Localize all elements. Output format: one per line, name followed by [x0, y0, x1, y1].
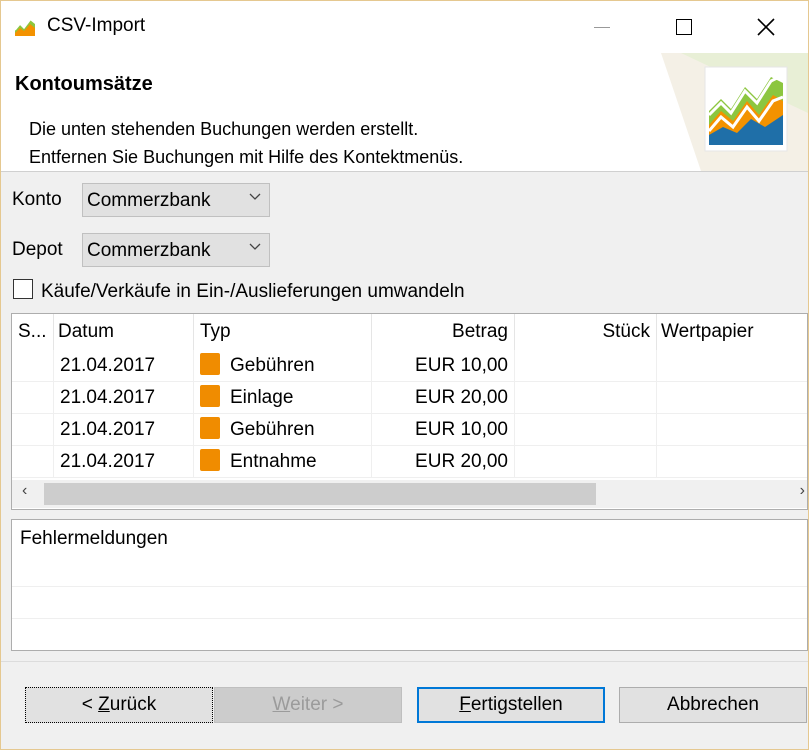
cell-typ-label: Gebühren [230, 419, 315, 440]
chevron-down-icon [249, 240, 261, 257]
close-button[interactable] [740, 1, 792, 53]
title-bar: CSV-Import [1, 1, 808, 53]
finish-button[interactable]: Fertigstellen [417, 687, 605, 723]
konto-select-value: Commerzbank [87, 190, 211, 211]
column-header-datum[interactable]: Datum [54, 314, 194, 350]
convert-checkbox[interactable] [13, 279, 33, 299]
cell-betrag: EUR 20,00 [372, 446, 515, 478]
error-messages-title: Fehlermeldungen [20, 528, 168, 549]
column-header-status[interactable]: S... [12, 314, 54, 350]
scroll-left-icon[interactable]: ‹ [22, 482, 27, 500]
table-row[interactable]: 21.04.2017 Einlage EUR 20,00 [12, 382, 807, 414]
page-description-line-2: Entfernen Sie Buchungen mit Hilfe des Ko… [29, 147, 464, 167]
column-header-betrag[interactable]: Betrag [372, 314, 515, 350]
depot-label: Depot [12, 239, 63, 260]
cell-datum: 21.04.2017 [54, 414, 194, 446]
divider [12, 618, 807, 619]
transaction-type-icon [200, 448, 220, 471]
transaction-type-icon [200, 352, 220, 375]
next-button[interactable]: Weiter > [214, 687, 402, 723]
page-title: Kontoumsätze [15, 73, 153, 95]
cell-typ: Einlage [194, 382, 372, 414]
cell-stueck [515, 446, 657, 478]
banner-logo [661, 53, 808, 171]
cell-typ: Gebühren [194, 350, 372, 382]
back-button[interactable]: < Zurück [25, 687, 213, 723]
error-messages-panel: Fehlermeldungen [11, 519, 808, 651]
horizontal-scrollbar[interactable]: ‹ › [12, 480, 807, 508]
finish-button-mnemonic: F [459, 694, 471, 715]
chevron-down-icon [249, 190, 261, 207]
depot-select[interactable]: Commerzbank [82, 233, 270, 267]
cell-status [12, 446, 54, 478]
next-button-label: eiter > [290, 694, 344, 715]
next-button-mnemonic: W [272, 694, 291, 715]
transaction-type-icon [200, 416, 220, 439]
close-icon [757, 18, 775, 36]
cell-betrag: EUR 20,00 [372, 382, 515, 414]
finish-button-label: ertigstellen [470, 694, 563, 715]
transaction-type-icon [200, 384, 220, 407]
column-header-stueck[interactable]: Stück [515, 314, 657, 350]
cell-betrag: EUR 10,00 [372, 414, 515, 446]
chart-icon [13, 14, 37, 38]
cell-typ-label: Gebühren [230, 355, 315, 376]
cell-datum: 21.04.2017 [54, 350, 194, 382]
cell-typ-label: Einlage [230, 387, 294, 408]
scroll-right-icon[interactable]: › [800, 482, 805, 500]
cell-betrag: EUR 10,00 [372, 350, 515, 382]
divider [1, 661, 808, 662]
back-button-mnemonic: Z [98, 694, 110, 715]
back-button-label: urück [109, 694, 157, 715]
konto-label: Konto [12, 189, 62, 210]
cancel-button[interactable]: Abbrechen [619, 687, 807, 723]
back-button-prefix: < [81, 694, 99, 715]
cell-status [12, 414, 54, 446]
cell-typ: Gebühren [194, 414, 372, 446]
minimize-icon [594, 26, 610, 28]
window-title: CSV-Import [47, 15, 146, 36]
cell-wertpapier [657, 382, 807, 414]
column-header-wertpapier[interactable]: Wertpapier [657, 314, 807, 350]
maximize-icon [676, 19, 692, 35]
cell-stueck [515, 382, 657, 414]
page-header: Kontoumsätze Die unten stehenden Buchung… [1, 53, 808, 172]
scrollbar-thumb[interactable] [44, 483, 596, 505]
table-row[interactable]: 21.04.2017 Gebühren EUR 10,00 [12, 414, 807, 446]
table-body: 21.04.2017 Gebühren EUR 10,00 21.04.2017… [12, 350, 807, 478]
maximize-button[interactable] [658, 1, 710, 53]
cell-datum: 21.04.2017 [54, 382, 194, 414]
csv-import-dialog: CSV-Import Kontoumsätze Die unten stehen… [0, 0, 809, 750]
cell-typ-label: Entnahme [230, 451, 317, 472]
convert-checkbox-label[interactable]: Käufe/Verkäufe in Ein-/Auslieferungen um… [41, 281, 465, 303]
cell-datum: 21.04.2017 [54, 446, 194, 478]
transactions-table[interactable]: S... Datum Typ Betrag Stück Wertpapier 2… [11, 313, 808, 510]
page-description-line-1: Die unten stehenden Buchungen werden ers… [29, 119, 419, 139]
table-row[interactable]: 21.04.2017 Gebühren EUR 10,00 [12, 350, 807, 382]
cell-status [12, 382, 54, 414]
depot-select-value: Commerzbank [87, 240, 211, 261]
cell-status [12, 350, 54, 382]
table-row[interactable]: 21.04.2017 Entnahme EUR 20,00 [12, 446, 807, 478]
divider [12, 586, 807, 587]
cell-wertpapier [657, 350, 807, 382]
cell-stueck [515, 350, 657, 382]
cell-wertpapier [657, 446, 807, 478]
minimize-button[interactable] [576, 1, 628, 53]
cell-typ: Entnahme [194, 446, 372, 478]
konto-select[interactable]: Commerzbank [82, 183, 270, 217]
column-header-typ[interactable]: Typ [194, 314, 372, 350]
cell-wertpapier [657, 414, 807, 446]
cell-stueck [515, 414, 657, 446]
